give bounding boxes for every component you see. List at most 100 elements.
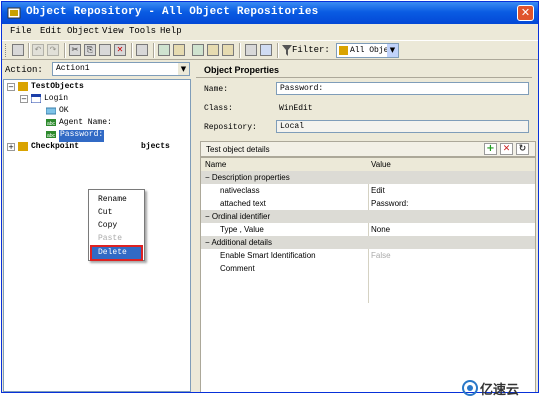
menu-object[interactable]: Object (67, 26, 99, 36)
delete-icon[interactable]: ✕ (114, 44, 126, 56)
menu-help[interactable]: Help (160, 26, 182, 36)
property-name: nativeclass (220, 186, 260, 195)
chevron-down-icon[interactable]: ▼ (387, 44, 398, 57)
category-ordinal-identifier: − Ordinal identifier (205, 212, 271, 221)
property-name: Type , Value (220, 225, 264, 234)
action-value: Action1 (56, 64, 90, 73)
object-properties-pane: Object Properties Name: Password: Class:… (196, 60, 538, 392)
edit-field-icon: abc (46, 119, 56, 127)
paste-icon[interactable] (99, 44, 111, 56)
action-select[interactable]: Action1 ▼ (52, 62, 190, 76)
object-tree-pane: Action: Action1 ▼ − TestObjects − Login … (2, 60, 192, 392)
property-name: Comment (220, 264, 255, 273)
locate-in-repository-icon[interactable] (207, 44, 219, 56)
context-menu: Rename Cut Copy Paste Delete (88, 189, 145, 261)
highlight-in-app-icon[interactable] (192, 44, 204, 56)
class-value: WinEdit (279, 104, 313, 113)
app-icon (7, 7, 21, 19)
find-icon[interactable] (136, 44, 148, 56)
context-menu-cut[interactable]: Cut (92, 207, 141, 219)
column-header-value[interactable]: Value (371, 160, 391, 169)
tree-node-checkpoint[interactable]: Checkpoint (31, 142, 79, 154)
column-header-name[interactable]: Name (205, 160, 226, 169)
update-from-app-icon[interactable] (173, 44, 185, 56)
toolbar-separator (28, 43, 30, 58)
table-row[interactable]: Type , Value None (201, 223, 535, 236)
table-row[interactable]: Enable Smart Identification False (201, 249, 535, 262)
table-row[interactable]: attached text Password: (201, 197, 535, 210)
copy-icon[interactable]: ⎘ (84, 44, 96, 56)
toolbar-separator (239, 43, 241, 58)
repository-field: Local (276, 120, 529, 133)
refresh-button[interactable]: ↻ (516, 143, 529, 155)
property-value[interactable]: Edit (371, 186, 385, 195)
toolbar-separator (64, 43, 66, 58)
property-value[interactable]: False (371, 251, 391, 260)
title-bar[interactable]: Object Repository - All Object Repositor… (2, 2, 538, 24)
cut-icon[interactable]: ✂ (69, 44, 81, 56)
object-spy-icon[interactable] (222, 44, 234, 56)
test-object-details-title: Test object details (206, 145, 270, 154)
object-repository-icon[interactable] (12, 44, 24, 56)
define-object-icon[interactable] (245, 44, 257, 56)
context-menu-copy[interactable]: Copy (92, 220, 141, 232)
toolbar-grip[interactable] (5, 44, 8, 57)
menu-bar: File Edit Object View Tools Help (2, 24, 538, 40)
close-button[interactable]: ✕ (517, 5, 534, 21)
chevron-down-icon[interactable]: ▼ (178, 63, 189, 75)
undo-icon[interactable]: ↶ (32, 44, 44, 56)
watermark-logo-icon (462, 380, 478, 396)
tree-node-checkpoint-tail: bjects (141, 142, 170, 151)
toolbar-separator (153, 43, 155, 58)
name-field[interactable]: Password: (276, 82, 529, 95)
filter-icon (282, 45, 292, 56)
category-label: Ordinal identifier (211, 212, 271, 221)
category-row[interactable]: − Additional details (201, 236, 535, 249)
table-row[interactable]: Comment (201, 262, 535, 275)
expand-toggle[interactable]: + (7, 143, 15, 151)
toolbar: ↶ ↷ ✂ ⎘ ✕ Filter: All Obje ▼ (2, 40, 538, 60)
table-row[interactable]: nativeclass Edit (201, 184, 535, 197)
name-label: Name: (204, 85, 229, 94)
repository-icon (18, 82, 28, 91)
toolbar-separator (277, 43, 279, 58)
associate-repositories-icon[interactable] (260, 44, 272, 56)
tree-node-password[interactable]: Password: (59, 130, 105, 142)
property-value[interactable]: Password: (371, 199, 408, 208)
object-properties-header: Object Properties (196, 62, 532, 78)
category-row[interactable]: − Description properties (201, 171, 535, 184)
add-property-button[interactable]: + (484, 143, 497, 155)
test-object-details-bar: Test object details + ✕ ↻ (200, 141, 536, 157)
tree-node-login[interactable]: Login (44, 94, 68, 106)
context-menu-rename[interactable]: Rename (92, 194, 141, 206)
context-menu-delete[interactable]: Delete (90, 245, 143, 261)
menu-file[interactable]: File (10, 26, 32, 36)
collapse-toggle[interactable]: − (7, 83, 15, 91)
menu-tools[interactable]: Tools (129, 26, 156, 36)
category-label: Description properties (211, 173, 290, 182)
remove-property-button[interactable]: ✕ (500, 143, 513, 155)
menu-edit[interactable]: Edit (40, 26, 62, 36)
dialog-icon (31, 94, 41, 103)
tree-node-testobjects[interactable]: TestObjects (31, 82, 84, 94)
watermark: 亿速云 (462, 378, 540, 398)
menu-view[interactable]: View (102, 26, 124, 36)
toolbar-separator (131, 43, 133, 58)
property-name: attached text (220, 199, 266, 208)
filter-select[interactable]: All Obje ▼ (336, 43, 399, 58)
add-objects-icon[interactable] (158, 44, 170, 56)
property-value[interactable]: None (371, 225, 390, 234)
filter-value: All Obje (350, 46, 389, 55)
tree-node-ok[interactable]: OK (59, 106, 69, 118)
button-icon (46, 107, 56, 115)
tree-node-agent-name[interactable]: Agent Name: (59, 118, 112, 130)
repository-icon (339, 46, 348, 55)
watermark-text: 亿速云 (480, 383, 520, 398)
collapse-toggle[interactable]: − (20, 95, 28, 103)
test-object-details-grid: Name Value − Description properties nati… (200, 157, 536, 392)
category-row[interactable]: − Ordinal identifier (201, 210, 535, 223)
category-description-properties: − Description properties (205, 173, 290, 182)
redo-icon[interactable]: ↷ (47, 44, 59, 56)
grid-header-row: Name Value (201, 158, 535, 172)
property-name: Enable Smart Identification (220, 251, 316, 260)
